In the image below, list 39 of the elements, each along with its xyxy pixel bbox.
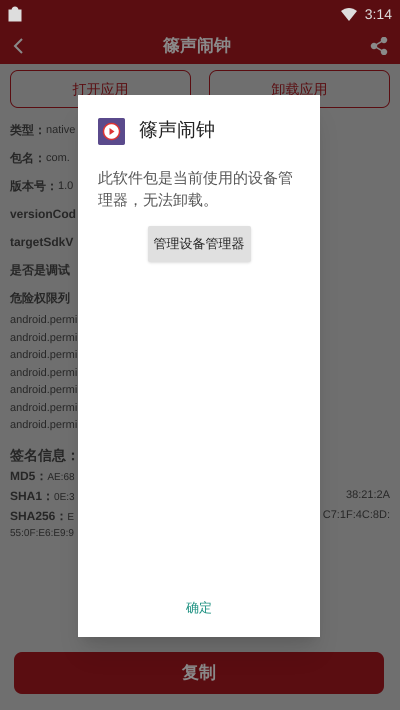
manage-button[interactable]: 管理设备管理器: [148, 226, 250, 262]
signature-label: SHA1：: [10, 488, 54, 504]
signature-value: E: [67, 510, 74, 524]
ok-button[interactable]: 确定: [178, 594, 220, 621]
signature-title: 签名信息：: [10, 446, 80, 464]
permission-text: android.permi: [10, 418, 78, 433]
page-title: 篠声闹钟: [163, 35, 231, 58]
signature-label: MD5：: [10, 468, 48, 484]
signature-value: 38:21:2A: [346, 488, 390, 504]
info-label: targetSdkV: [10, 234, 74, 251]
permission-text: android.permi: [10, 330, 78, 346]
permission-text: android.permi: [10, 383, 78, 398]
dialog-message: 此软件包是当前使用的设备管理器，无法卸载。: [98, 168, 294, 210]
info-label: 版本号：: [10, 178, 58, 195]
signature-value: 55:0F:E6:E9:9: [10, 526, 74, 540]
clock: 3:14: [364, 4, 392, 24]
info-label: 是否是调试: [10, 262, 70, 279]
bag-icon: [8, 6, 22, 22]
signature-value: C7:1F:4C:8D:: [322, 508, 390, 524]
permission-text: android.permi: [10, 400, 78, 416]
signature-value: 0E:3: [54, 490, 75, 504]
info-label: versionCod: [10, 206, 76, 223]
info-label: 包名：: [10, 150, 46, 167]
signature-label: SHA256：: [10, 508, 68, 524]
info-value: native: [46, 122, 76, 138]
dialog-title: 篠声闹钟: [139, 119, 215, 143]
info-value: 1.0: [58, 178, 74, 194]
wifi-icon: [340, 8, 357, 20]
info-label: 类型：: [10, 122, 46, 139]
back-icon[interactable]: [12, 37, 24, 55]
info-label: 危险权限列: [10, 290, 70, 307]
permission-text: android.permi: [10, 348, 78, 363]
permission-text: android.permi: [10, 313, 78, 328]
copy-button[interactable]: 复制: [14, 652, 384, 694]
info-value: com.: [46, 150, 70, 166]
alarm-clock-icon: [98, 118, 125, 145]
signature-value: AE:68: [47, 470, 75, 484]
share-icon[interactable]: [370, 37, 388, 55]
permission-text: android.permi: [10, 366, 78, 380]
